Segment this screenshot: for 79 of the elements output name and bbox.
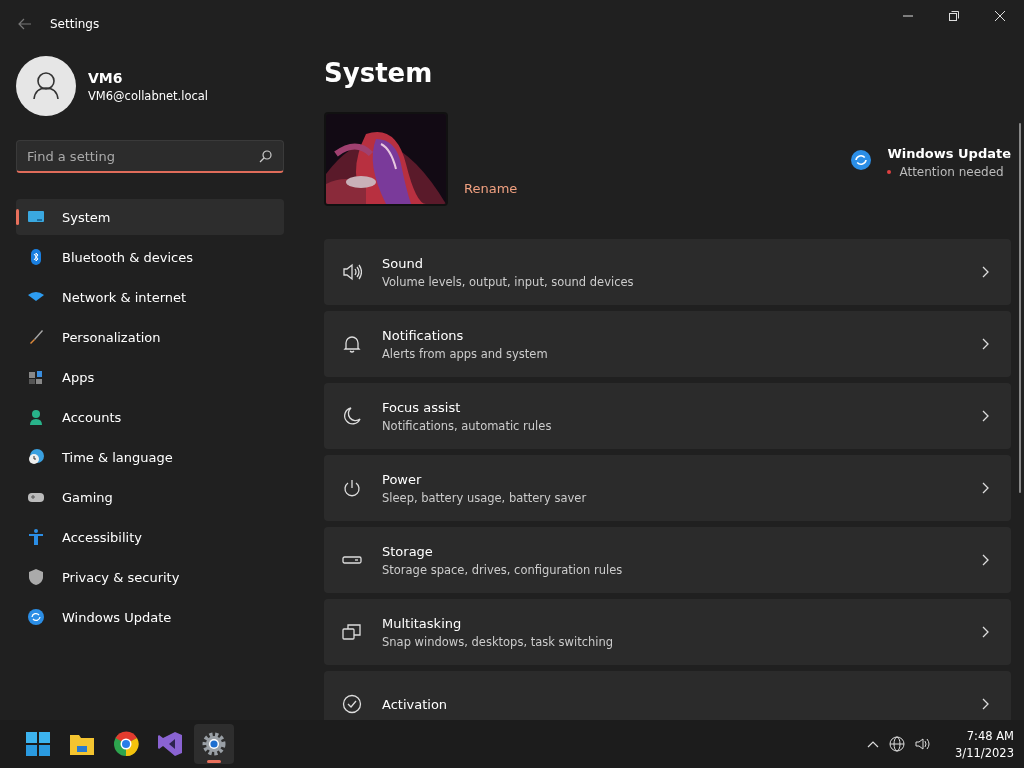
volume-icon[interactable]: [915, 736, 932, 752]
sidebar-item[interactable]: Network & internet: [16, 279, 284, 315]
settings-card[interactable]: Focus assist Notifications, automatic rules: [324, 383, 1011, 449]
sidebar-item[interactable]: Time & language: [16, 439, 284, 475]
chevron-icon: [981, 482, 989, 494]
check-icon: [342, 694, 362, 714]
avatar-icon: [16, 56, 76, 116]
taskbar-button[interactable]: [194, 724, 234, 764]
chevron-icon: [981, 266, 989, 278]
settings-card[interactable]: Activation: [324, 671, 1011, 720]
chevron-up-icon[interactable]: [867, 740, 880, 748]
sidebar-item[interactable]: Windows Update: [16, 599, 284, 635]
card-subtitle: Notifications, automatic rules: [382, 418, 553, 433]
settings-card[interactable]: Power Sleep, battery usage, battery saver: [324, 455, 1011, 521]
card-subtitle: Snap windows, desktops, task switching: [382, 634, 615, 649]
time-icon: [28, 449, 44, 465]
sidebar-item[interactable]: Bluetooth & devices: [16, 239, 284, 275]
update-icon: [851, 150, 872, 170]
search-icon: [259, 150, 272, 163]
account-name: VM6: [88, 69, 124, 86]
card-title: Power: [382, 471, 423, 487]
account-email: VM6@collabnet.local: [88, 88, 209, 103]
clock-date[interactable]: 3/11/2023: [955, 745, 1014, 760]
chevron-icon: [981, 698, 989, 710]
ide-icon: [157, 731, 183, 757]
status-dot-icon: [887, 170, 892, 174]
update-status: Attention needed: [899, 165, 1004, 179]
rename-link[interactable]: Rename: [464, 181, 518, 196]
system-icon: [28, 209, 44, 225]
card-title: Sound: [382, 255, 424, 271]
card-title: Notifications: [382, 327, 465, 343]
page-title: System: [324, 58, 434, 88]
sidebar-item[interactable]: Personalization: [16, 319, 284, 355]
sidebar-item[interactable]: System: [16, 199, 284, 235]
search-field[interactable]: Find a setting: [16, 140, 284, 173]
card-subtitle: Storage space, drives, configuration rules: [382, 562, 624, 577]
card-subtitle: Sleep, battery usage, battery saver: [382, 490, 588, 505]
card-subtitle: Alerts from apps and system: [382, 346, 549, 361]
bell-icon: [342, 334, 362, 354]
settings-card[interactable]: Sound Volume levels, output, input, sound devices: [324, 239, 1011, 305]
card-title: Storage: [382, 543, 434, 559]
apps-icon: [28, 369, 44, 385]
chevron-icon: [981, 338, 989, 350]
multitask-icon: [342, 622, 362, 642]
power-icon: [342, 478, 362, 498]
sidebar-item[interactable]: Privacy & security: [16, 559, 284, 595]
chevron-icon: [981, 410, 989, 422]
brush-icon: [28, 329, 44, 345]
sidebar-item[interactable]: Gaming: [16, 479, 284, 515]
back-icon[interactable]: [18, 18, 32, 30]
card-title: Focus assist: [382, 399, 462, 415]
sidebar-item[interactable]: Apps: [16, 359, 284, 395]
sidebar-item[interactable]: Accessibility: [16, 519, 284, 555]
card-title: Multitasking: [382, 615, 463, 631]
settings-card[interactable]: Multitasking Snap windows, desktops, task switching: [324, 599, 1011, 665]
browser-icon: [113, 731, 139, 757]
scrollbar[interactable]: [1019, 123, 1021, 493]
windows-logo-icon: [25, 731, 51, 757]
accessibility-icon: [28, 529, 44, 545]
sound-icon: [342, 262, 362, 282]
card-title: Activation: [382, 696, 449, 712]
window-title: Settings: [50, 17, 100, 31]
chevron-icon: [981, 554, 989, 566]
close-icon[interactable]: [994, 10, 1006, 22]
bluetooth-icon: [28, 249, 44, 265]
card-subtitle: Volume levels, output, input, sound devices: [382, 274, 635, 289]
moon-icon: [342, 406, 362, 426]
accounts-icon: [28, 409, 44, 425]
update-title[interactable]: Windows Update: [887, 146, 1011, 161]
clock-time[interactable]: 7:48 AM: [966, 728, 1014, 743]
settings-card[interactable]: Notifications Alerts from apps and system: [324, 311, 1011, 377]
globe-icon[interactable]: [889, 736, 906, 752]
settings-card[interactable]: Storage Storage space, drives, configuration rules: [324, 527, 1011, 593]
chevron-icon: [981, 626, 989, 638]
privacy-icon: [28, 569, 44, 585]
restore-icon[interactable]: [948, 10, 960, 22]
update-icon: [28, 609, 44, 625]
sidebar-item[interactable]: Accounts: [16, 399, 284, 435]
settings-icon: [201, 731, 227, 757]
